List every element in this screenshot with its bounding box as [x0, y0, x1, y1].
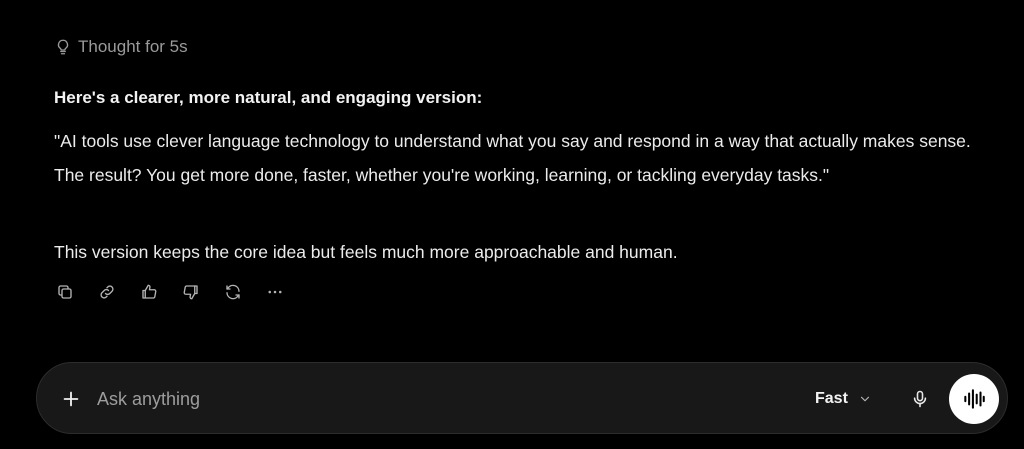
response-actions: [54, 281, 306, 303]
good-response-button[interactable]: [138, 281, 160, 303]
voice-waveform-icon: [964, 389, 985, 409]
microphone-icon: [913, 390, 927, 408]
more-button[interactable]: [264, 281, 286, 303]
thumbs-up-icon: [142, 284, 157, 299]
voice-mode-button[interactable]: [949, 374, 999, 424]
prompt-input[interactable]: [97, 385, 657, 413]
add-attachment-button[interactable]: [59, 387, 83, 411]
thumbs-down-icon: [183, 285, 198, 300]
plus-icon: [63, 391, 79, 407]
dictate-button[interactable]: [908, 387, 932, 411]
copy-icon: [58, 285, 72, 299]
copy-button[interactable]: [54, 281, 76, 303]
chevron-down-icon: [858, 392, 872, 406]
response-heading: Here's a clearer, more natural, and enga…: [54, 88, 483, 107]
response-summary: This version keeps the core idea but fee…: [54, 242, 678, 262]
composer: Fast: [36, 362, 1008, 434]
lightbulb-icon: [54, 38, 72, 56]
regenerate-button[interactable]: [222, 281, 244, 303]
refresh-icon: [226, 284, 240, 300]
thought-toggle[interactable]: Thought for 5s: [54, 36, 188, 58]
more-icon: [268, 290, 282, 294]
bad-response-button[interactable]: [180, 281, 202, 303]
share-link-button[interactable]: [96, 281, 118, 303]
model-selector[interactable]: Fast: [815, 387, 872, 411]
model-label: Fast: [815, 390, 848, 407]
link-icon: [100, 285, 114, 299]
thought-label: Thought for 5s: [78, 37, 188, 56]
response-quote: "AI tools use clever language technology…: [54, 131, 971, 185]
